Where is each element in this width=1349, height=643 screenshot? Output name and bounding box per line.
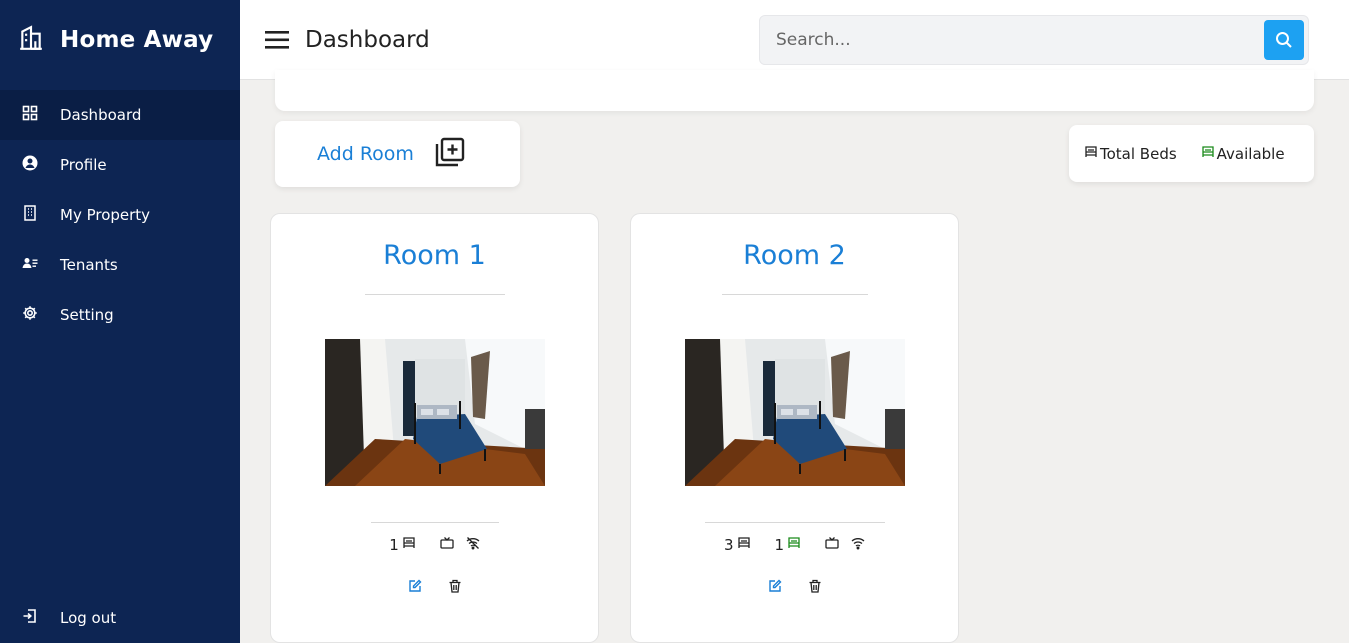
- hamburger-menu-icon[interactable]: [265, 29, 291, 51]
- bed-available-icon: [1201, 145, 1215, 163]
- sidebar-item-profile[interactable]: Profile: [0, 140, 240, 190]
- legend-total-beds: Total Beds: [1084, 145, 1177, 163]
- sidebar-nav: Dashboard Profile My Property Tenants Se…: [0, 90, 240, 340]
- add-room-button[interactable]: Add Room: [275, 121, 520, 187]
- bed-available-icon: [787, 536, 801, 554]
- tenants-icon: [22, 255, 38, 275]
- room-card: Room 1 1: [270, 213, 599, 643]
- search-icon: [1276, 32, 1292, 48]
- legend-available: Available: [1201, 145, 1285, 163]
- room-card: Room 2 3 1: [630, 213, 959, 643]
- room-photo: [325, 339, 545, 486]
- available-beds-stat: 1: [775, 536, 802, 554]
- tv-icon: [825, 536, 839, 554]
- room-title[interactable]: Room 1: [271, 240, 598, 271]
- legend-available-label: Available: [1216, 144, 1285, 163]
- search-bar: [759, 15, 1309, 65]
- room-photo: [685, 339, 905, 486]
- bed-icon: [402, 536, 416, 554]
- gear-icon: [22, 305, 38, 325]
- wifi-icon: [851, 536, 865, 554]
- building-logo-icon: [18, 25, 44, 55]
- divider: [365, 294, 505, 295]
- total-beds-count: 3: [723, 536, 734, 554]
- amenities: [825, 536, 865, 554]
- plus-square-icon: [434, 136, 466, 172]
- logout-icon: [22, 608, 38, 628]
- sidebar-item-label: My Property: [60, 206, 151, 224]
- beds-legend: Total Beds Available: [1069, 125, 1314, 182]
- summary-card: [275, 70, 1314, 111]
- bed-icon: [737, 536, 751, 554]
- sidebar-item-label: Tenants: [60, 256, 118, 274]
- total-beds-stat: 1: [389, 536, 416, 554]
- total-beds-stat: 3: [724, 536, 751, 554]
- room-stats: 3 1: [631, 536, 958, 554]
- amenities: [440, 536, 480, 554]
- tv-icon: [440, 536, 454, 554]
- logout-button[interactable]: Log out: [0, 593, 240, 643]
- legend-total-label: Total Beds: [1100, 144, 1177, 163]
- page-title: Dashboard: [305, 26, 430, 53]
- grid-icon: [22, 105, 38, 125]
- available-beds-count: 1: [774, 536, 785, 554]
- wifi-off-icon: [466, 536, 480, 554]
- sidebar-item-label: Setting: [60, 306, 114, 324]
- search-input[interactable]: [760, 16, 1250, 64]
- trash-icon[interactable]: [808, 579, 822, 593]
- divider: [722, 294, 868, 295]
- sidebar-item-dashboard[interactable]: Dashboard: [0, 90, 240, 140]
- logout-label: Log out: [60, 609, 117, 627]
- sidebar-item-tenants[interactable]: Tenants: [0, 240, 240, 290]
- edit-icon[interactable]: [768, 579, 782, 593]
- sidebar: Home Away Dashboard Profile My Property …: [0, 0, 240, 643]
- top-header: Dashboard: [240, 0, 1349, 80]
- add-room-label: Add Room: [317, 143, 414, 165]
- search-button[interactable]: [1264, 20, 1304, 60]
- room-stats: 1: [271, 536, 598, 554]
- trash-icon[interactable]: [448, 579, 462, 593]
- edit-icon[interactable]: [408, 579, 422, 593]
- user-circle-icon: [22, 155, 38, 175]
- brand[interactable]: Home Away: [0, 0, 240, 80]
- divider: [371, 522, 499, 523]
- sidebar-item-my-property[interactable]: My Property: [0, 190, 240, 240]
- brand-title: Home Away: [60, 27, 214, 53]
- sidebar-item-label: Dashboard: [60, 106, 142, 124]
- room-actions: [631, 579, 958, 593]
- sidebar-item-label: Profile: [60, 156, 107, 174]
- room-title[interactable]: Room 2: [631, 240, 958, 271]
- divider: [705, 522, 885, 523]
- room-actions: [271, 579, 598, 593]
- bed-icon: [1084, 145, 1098, 163]
- total-beds-count: 1: [389, 536, 399, 554]
- building-icon: [22, 205, 38, 225]
- sidebar-item-setting[interactable]: Setting: [0, 290, 240, 340]
